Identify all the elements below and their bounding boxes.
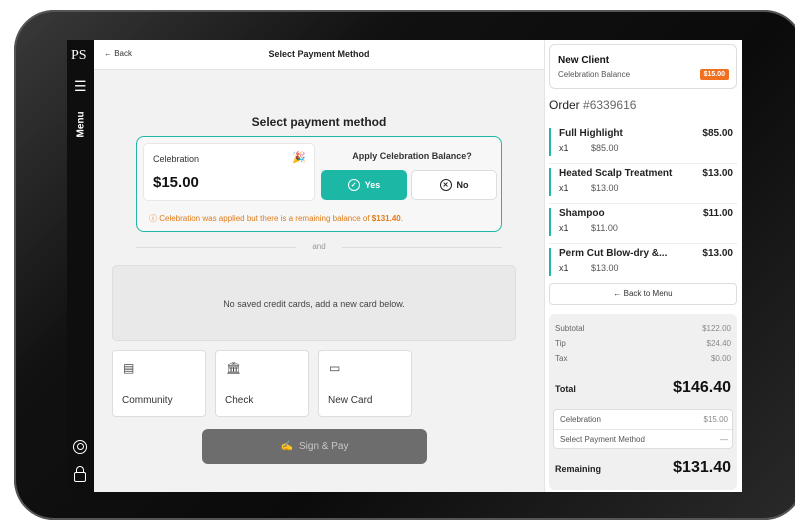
item-accent-bar: [549, 168, 551, 196]
credit-card-icon: ▭: [329, 361, 341, 375]
apply-balance-question: Apply Celebration Balance?: [352, 151, 472, 161]
celebration-pay-label: Celebration: [560, 415, 601, 424]
tax-value: $0.00: [710, 354, 731, 363]
item-name: Perm Cut Blow-dry &...: [559, 248, 668, 259]
left-rail: PS ☰ Menu: [67, 40, 94, 492]
signature-icon: ✍: [280, 441, 293, 452]
section-heading: Select payment method: [251, 115, 387, 129]
order-item[interactable]: Heated Scalp Treatment $13.00 x1 $13.00: [549, 166, 737, 204]
no-button[interactable]: ✕ No: [411, 170, 497, 200]
check-circle-icon: ✓: [347, 179, 360, 191]
balance-badge: $15.00: [699, 69, 729, 80]
item-accent-bar: [549, 208, 551, 236]
tax-label: Tax: [555, 354, 568, 363]
remaining-value: $131.40: [673, 459, 731, 476]
party-popper-icon: 🎉: [292, 152, 306, 164]
payment-method-row: Select Payment Method —: [560, 435, 728, 444]
no-label: No: [456, 180, 469, 190]
no-saved-cards-box: No saved credit cards, add a new card be…: [112, 265, 516, 341]
celebration-card: Celebration $15.00 🎉: [143, 143, 315, 201]
celebration-pay-value: $15.00: [703, 415, 728, 424]
total-value: $146.40: [673, 379, 731, 396]
method-label: Check: [225, 395, 254, 406]
tip-value: $24.40: [706, 339, 731, 348]
document-icon: ▤: [123, 361, 135, 375]
payment-summary: Subtotal $122.00 Tip $24.40 Tax $0.00 Total…: [549, 314, 737, 490]
page-title: Select Payment Method: [268, 49, 370, 59]
remaining-row: Remaining $131.40: [555, 459, 731, 476]
main-panel: ← Back Select Payment Method Select paym…: [94, 40, 544, 492]
item-qty: x1: [559, 223, 569, 233]
sign-pay-label: Sign & Pay: [298, 441, 349, 452]
payment-method-label: Select Payment Method: [560, 435, 645, 444]
yes-label: Yes: [364, 180, 381, 190]
hamburger-menu-icon[interactable]: ☰: [74, 78, 87, 95]
item-name: Heated Scalp Treatment: [559, 168, 673, 179]
item-unit-price: $11.00: [591, 223, 618, 233]
subtotal-value: $122.00: [702, 324, 731, 333]
item-unit-price: $85.00: [591, 143, 619, 153]
screen: PS ☰ Menu ← Back Select Payment Method S…: [67, 40, 742, 492]
item-price: $85.00: [702, 128, 733, 139]
order-item[interactable]: Perm Cut Blow-dry &... $13.00 x1 $13.00: [549, 246, 737, 284]
back-to-menu-button[interactable]: ← Back to Menu: [549, 283, 737, 305]
method-new-card[interactable]: ▭ New Card: [318, 350, 412, 417]
payment-method-value: —: [720, 435, 728, 444]
method-check[interactable]: 🏛 Check: [215, 350, 309, 417]
method-label: New Card: [328, 395, 373, 406]
order-item[interactable]: Full Highlight $85.00 x1 $85.00: [549, 126, 737, 164]
client-name: New Client: [558, 55, 610, 66]
item-price: $11.00: [702, 208, 733, 219]
bank-icon: 🏛: [226, 361, 242, 375]
item-qty: x1: [559, 183, 569, 193]
item-unit-price: $13.00: [591, 263, 619, 273]
app-logo[interactable]: PS: [71, 48, 87, 64]
item-qty: x1: [559, 263, 569, 273]
celebration-panel: Celebration $15.00 🎉 Apply Celebration B…: [136, 136, 502, 232]
tip-row: Tip $24.40: [555, 339, 731, 348]
item-price: $13.00: [702, 248, 733, 259]
total-label: Total: [555, 384, 576, 394]
menu-label[interactable]: Menu: [76, 111, 87, 137]
top-bar: ← Back Select Payment Method: [94, 40, 544, 70]
sign-and-pay-button[interactable]: ✍ Sign & Pay: [202, 429, 427, 464]
remaining-label: Remaining: [555, 464, 602, 474]
yes-button[interactable]: ✓ Yes: [321, 170, 407, 200]
method-label: Community: [122, 395, 173, 406]
notice-text: ⓘ Celebration was applied but there is a…: [149, 214, 372, 223]
item-accent-bar: [549, 248, 551, 276]
order-panel: New Client Celebration Balance $15.00 Or…: [544, 40, 742, 492]
celebration-label: Celebration: [153, 154, 200, 164]
subtotal-row: Subtotal $122.00: [555, 324, 731, 333]
and-divider: and: [136, 242, 502, 252]
divider-line: [342, 247, 502, 248]
order-id: #6339616: [583, 98, 637, 112]
lock-icon[interactable]: [74, 466, 86, 482]
client-card[interactable]: New Client Celebration Balance $15.00: [549, 44, 737, 89]
remaining-balance-notice: ⓘ Celebration was applied but there is a…: [149, 213, 403, 224]
total-row: Total $146.40: [555, 379, 731, 396]
item-name: Shampoo: [559, 208, 605, 219]
item-qty: x1: [559, 143, 569, 153]
notice-suffix: .: [400, 214, 403, 223]
tax-row: Tax $0.00: [555, 354, 731, 363]
order-number: Order #6339616: [549, 98, 636, 112]
celebration-row: Celebration $15.00: [560, 415, 728, 424]
notice-amount: $131.40: [371, 214, 401, 223]
applied-payments: Celebration $15.00 Select Payment Method —: [553, 409, 733, 449]
item-accent-bar: [549, 128, 551, 156]
item-name: Full Highlight: [559, 128, 623, 139]
method-community[interactable]: ▤ Community: [112, 350, 206, 417]
payments-divider: [554, 429, 732, 430]
x-circle-icon: ✕: [439, 179, 452, 191]
item-unit-price: $13.00: [591, 183, 619, 193]
item-price: $13.00: [702, 168, 733, 179]
client-subtitle: Celebration Balance: [558, 70, 631, 79]
celebration-amount: $15.00: [153, 174, 199, 191]
order-item[interactable]: Shampoo $11.00 x1 $11.00: [549, 206, 737, 244]
tip-label: Tip: [555, 339, 566, 348]
subtotal-label: Subtotal: [555, 324, 585, 333]
order-label: Order: [549, 98, 580, 112]
user-account-icon[interactable]: [73, 440, 87, 454]
